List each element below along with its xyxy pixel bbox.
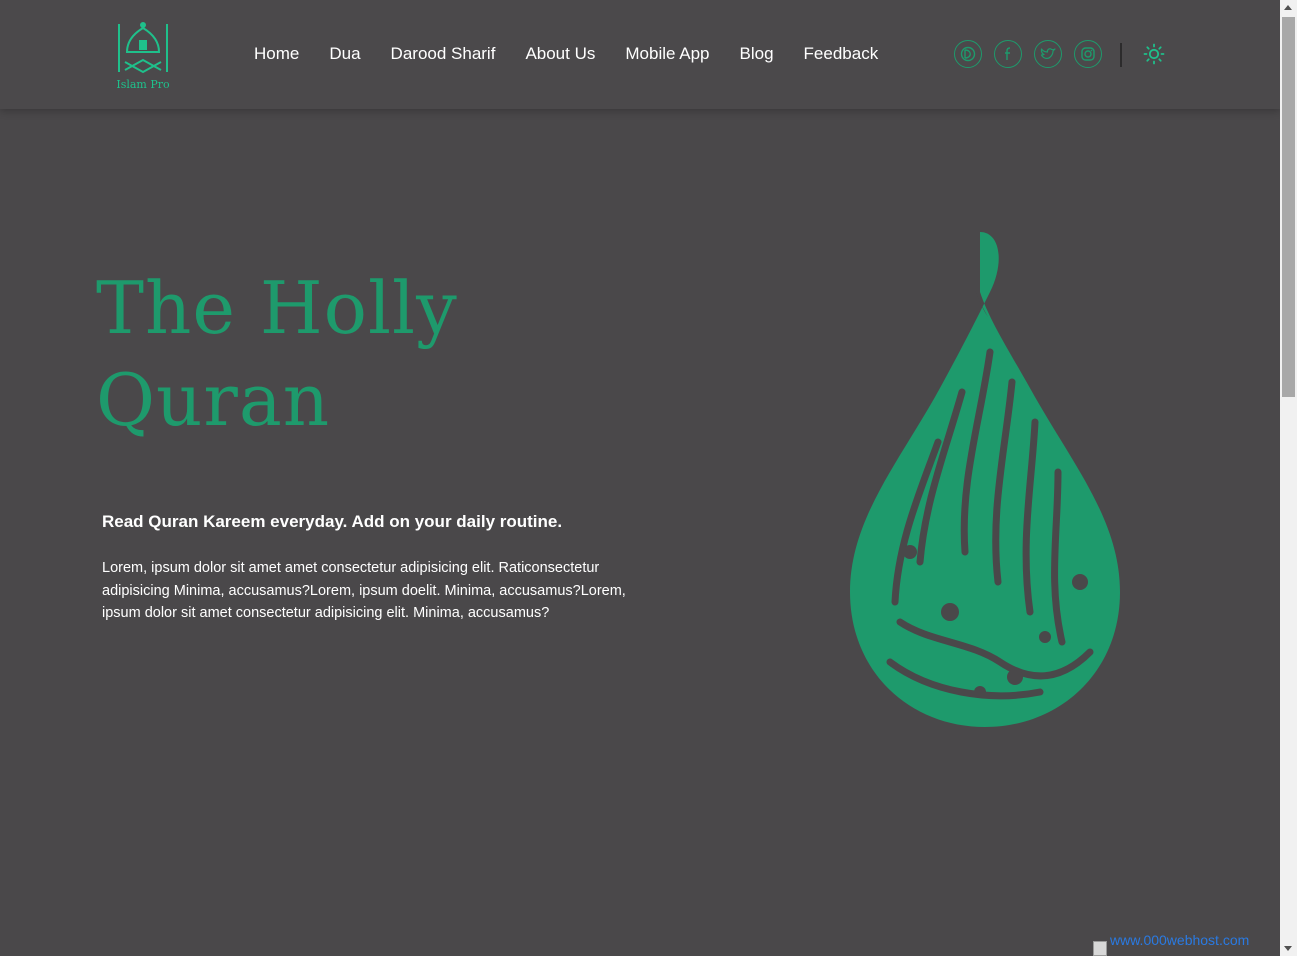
dribbble-icon[interactable]	[954, 40, 982, 68]
hero-subtitle: Read Quran Kareem everyday. Add on your …	[102, 512, 563, 531]
main-nav: Home Dua Darood Sharif About Us Mobile A…	[254, 42, 908, 66]
navbar: Islam Pro Home Dua Darood Sharif About U…	[0, 0, 1280, 109]
nav-dua[interactable]: Dua	[329, 42, 360, 66]
nav-mobile-app[interactable]: Mobile App	[625, 42, 709, 66]
hero-title-line-2: Quran	[96, 358, 331, 442]
nav-about-us[interactable]: About Us	[525, 42, 595, 66]
nav-home[interactable]: Home	[254, 42, 299, 66]
scrollbar-thumb[interactable]	[1282, 17, 1295, 397]
twitter-icon[interactable]	[1034, 40, 1062, 68]
hosting-badge[interactable]: www.000webhost.com	[1093, 932, 1273, 956]
hero-title-line-1: The Holly	[96, 266, 458, 350]
quran-calligraphy-image	[840, 222, 1130, 734]
nav-divider	[1120, 43, 1122, 67]
islam-pro-logo[interactable]: Islam Pro	[113, 20, 173, 94]
scroll-down-arrow-icon[interactable]	[1284, 946, 1292, 951]
instagram-icon[interactable]	[1074, 40, 1102, 68]
logo-text: Islam Pro	[116, 78, 170, 91]
hosting-badge-text: www.000webhost.com	[1110, 932, 1250, 948]
scroll-up-arrow-icon[interactable]	[1284, 5, 1292, 10]
hero-paragraph: Lorem, ipsum dolor sit amet amet consect…	[102, 560, 626, 621]
nav-blog[interactable]: Blog	[740, 42, 774, 66]
nav-feedback[interactable]: Feedback	[804, 42, 879, 66]
vertical-scrollbar[interactable]	[1280, 0, 1297, 956]
nav-darood-sharif[interactable]: Darood Sharif	[391, 42, 496, 66]
hero-title: The Holly Quran	[96, 262, 458, 446]
sun-icon[interactable]	[1142, 42, 1166, 66]
facebook-icon[interactable]	[994, 40, 1022, 68]
broken-image-icon	[1093, 941, 1107, 956]
